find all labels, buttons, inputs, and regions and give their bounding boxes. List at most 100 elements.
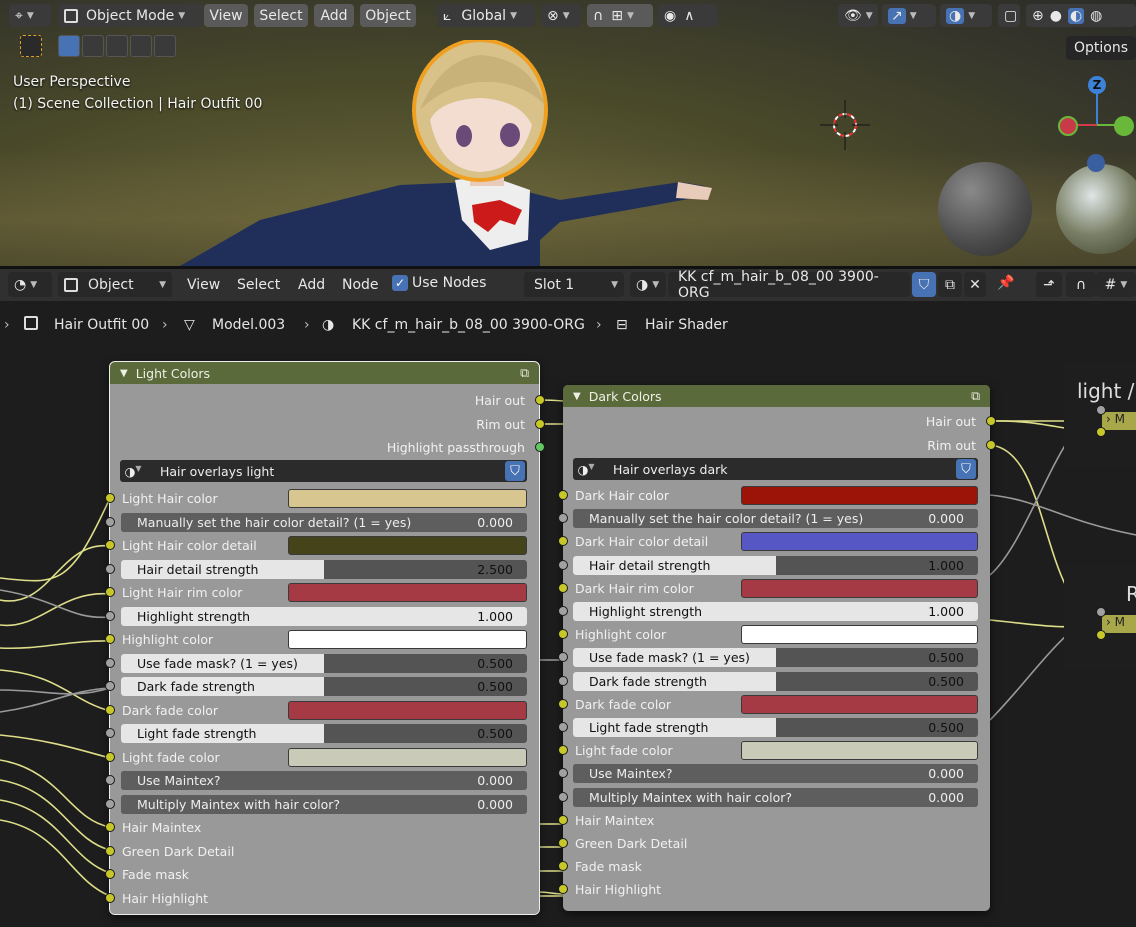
gizmo-x-axis[interactable] <box>1058 116 1078 136</box>
node-group-icon[interactable]: ⧉ <box>971 388 980 404</box>
input-socket[interactable] <box>1096 607 1106 617</box>
gizmo-toggle[interactable]: ↗ ▼ <box>882 4 936 27</box>
input-socket[interactable] <box>558 838 568 848</box>
snap-target-dropdown[interactable]: # ▼ <box>1096 272 1136 297</box>
input-socket[interactable] <box>558 536 568 547</box>
pivot-dropdown[interactable]: ⊗ ▼ <box>541 4 581 27</box>
shading-modes[interactable]: ⊕ ● ◐ ◍ <box>1026 4 1136 27</box>
node-group-icon[interactable]: ⧉ <box>520 365 529 381</box>
value-slider[interactable]: Highlight strength 1.000 <box>121 606 527 626</box>
input-socket[interactable] <box>105 657 115 668</box>
color-swatch[interactable] <box>288 489 527 508</box>
mini-node[interactable]: › M <box>1102 615 1136 633</box>
input-socket[interactable] <box>558 559 568 570</box>
input-socket[interactable] <box>105 798 115 809</box>
shader-type-dropdown[interactable]: Object ▼ <box>58 272 172 297</box>
input-socket[interactable] <box>1096 427 1106 437</box>
node-header[interactable]: ▼ Dark Colors ⧉ <box>563 385 990 407</box>
value-slider[interactable]: Multiply Maintex with hair color? 0.000 <box>573 787 978 807</box>
input-socket[interactable] <box>105 610 115 621</box>
input-socket[interactable] <box>105 493 115 503</box>
value-slider[interactable]: Use fade mask? (1 = yes) 0.500 <box>573 648 978 668</box>
right-node-bottom[interactable]: R › M <box>1064 565 1136 670</box>
output-socket[interactable] <box>535 442 545 452</box>
proportional-edit-toggle[interactable]: ◉ ∧ <box>658 4 718 27</box>
gizmo-neg-z-axis[interactable] <box>1087 154 1105 172</box>
input-socket[interactable] <box>558 861 568 872</box>
color-swatch[interactable] <box>288 583 527 602</box>
input-socket[interactable] <box>105 540 115 550</box>
3d-viewport[interactable]: ⌖ ▼ Object Mode ▼ View Select Add Object ⟀… <box>0 0 1136 266</box>
overlays-toggle[interactable]: ◑ ▼ <box>940 4 992 27</box>
value-slider[interactable]: Manually set the hair color detail? (1 =… <box>573 509 978 529</box>
input-socket[interactable] <box>558 884 568 895</box>
output-socket[interactable] <box>986 416 996 426</box>
node-menu-node[interactable]: Node <box>342 277 379 293</box>
transform-orientation-dropdown[interactable]: ⟀ Global ▼ <box>437 4 535 27</box>
collapse-icon[interactable]: ▼ <box>573 391 581 402</box>
value-slider[interactable]: Light fade strength 0.500 <box>121 724 527 743</box>
color-swatch[interactable] <box>741 486 978 505</box>
navigation-gizmo[interactable]: Z <box>1050 70 1136 172</box>
input-socket[interactable] <box>558 652 568 663</box>
color-swatch[interactable] <box>741 532 978 552</box>
color-swatch[interactable] <box>741 578 978 598</box>
collapse-icon[interactable]: ▼ <box>120 368 128 379</box>
input-socket[interactable] <box>105 845 115 856</box>
color-swatch[interactable] <box>288 536 527 555</box>
value-slider[interactable]: Hair detail strength 1.000 <box>573 555 978 575</box>
input-socket[interactable] <box>105 822 115 832</box>
gizmo-z-axis[interactable]: Z <box>1088 76 1106 94</box>
browse-material-button[interactable]: ◑ ▼ <box>630 272 666 297</box>
input-socket[interactable] <box>558 606 568 616</box>
color-swatch[interactable] <box>741 694 978 714</box>
input-socket[interactable] <box>105 751 115 762</box>
select-intersect-icon[interactable] <box>154 35 176 57</box>
input-socket[interactable] <box>105 681 115 691</box>
value-slider[interactable]: Use Maintex? 0.000 <box>121 771 527 790</box>
snap-toggle[interactable]: ∩ ⊞ ▼ <box>587 4 653 27</box>
use-nodes-checkbox[interactable]: ✓ Use Nodes <box>392 275 486 291</box>
3d-cursor-icon[interactable] <box>820 100 870 150</box>
duplicate-material-button[interactable]: ⧉ <box>938 272 962 297</box>
input-socket[interactable] <box>105 869 115 879</box>
visibility-dropdown[interactable]: 👁 ▼ <box>838 4 878 27</box>
node-menu-view[interactable]: View <box>187 277 220 293</box>
value-slider[interactable]: Hair detail strength 2.500 <box>121 559 527 579</box>
input-socket[interactable] <box>558 745 568 756</box>
value-slider[interactable]: Light fade strength 0.500 <box>573 718 978 737</box>
input-socket[interactable] <box>105 728 115 738</box>
solid-shading-icon[interactable]: ● <box>1050 8 1062 24</box>
viewport-menu-view[interactable]: View <box>204 4 248 27</box>
input-socket[interactable] <box>105 516 115 527</box>
input-socket[interactable] <box>1096 405 1106 415</box>
editor-type-button[interactable]: ◔ ▼ <box>8 272 52 297</box>
input-socket[interactable] <box>558 513 568 524</box>
color-swatch[interactable] <box>288 630 527 649</box>
value-slider[interactable]: Multiply Maintex with hair color? 0.000 <box>121 794 527 814</box>
color-swatch[interactable] <box>288 700 527 720</box>
fake-user-icon[interactable]: ⛉ <box>956 459 976 479</box>
node-group-selector[interactable]: ◑ ▼ Hair overlays light ⛉ <box>120 460 527 482</box>
node-dark-colors[interactable]: ▼ Dark Colors ⧉ Hair out Rim out ◑ ▼ Hair ov… <box>558 385 996 911</box>
input-socket[interactable] <box>105 775 115 785</box>
value-slider[interactable]: Use Maintex? 0.000 <box>573 764 978 784</box>
character-model[interactable] <box>150 40 750 266</box>
value-slider[interactable]: Use fade mask? (1 = yes) 0.500 <box>121 653 527 673</box>
input-socket[interactable] <box>558 582 568 593</box>
input-socket[interactable] <box>105 563 115 574</box>
select-tweak-icon[interactable] <box>20 35 42 57</box>
value-slider[interactable]: Dark fade strength 0.500 <box>573 671 978 691</box>
wireframe-shading-icon[interactable]: ⊕ <box>1032 8 1044 24</box>
input-socket[interactable] <box>558 490 568 500</box>
output-socket[interactable] <box>535 418 545 429</box>
options-button[interactable]: Options <box>1066 36 1136 60</box>
value-slider[interactable]: Dark fade strength 0.500 <box>121 677 527 696</box>
node-group-selector[interactable]: ◑ ▼ Hair overlays dark ⛉ <box>573 458 978 480</box>
xray-toggle[interactable]: ▢ <box>998 4 1020 27</box>
select-subtract-icon[interactable] <box>106 35 128 57</box>
fake-user-button[interactable]: ⛉ <box>912 272 936 297</box>
viewport-menu-select[interactable]: Select <box>254 4 308 27</box>
viewport-menu-add[interactable]: Add <box>314 4 354 27</box>
mode-dropdown[interactable]: Object Mode ▼ <box>58 4 203 27</box>
